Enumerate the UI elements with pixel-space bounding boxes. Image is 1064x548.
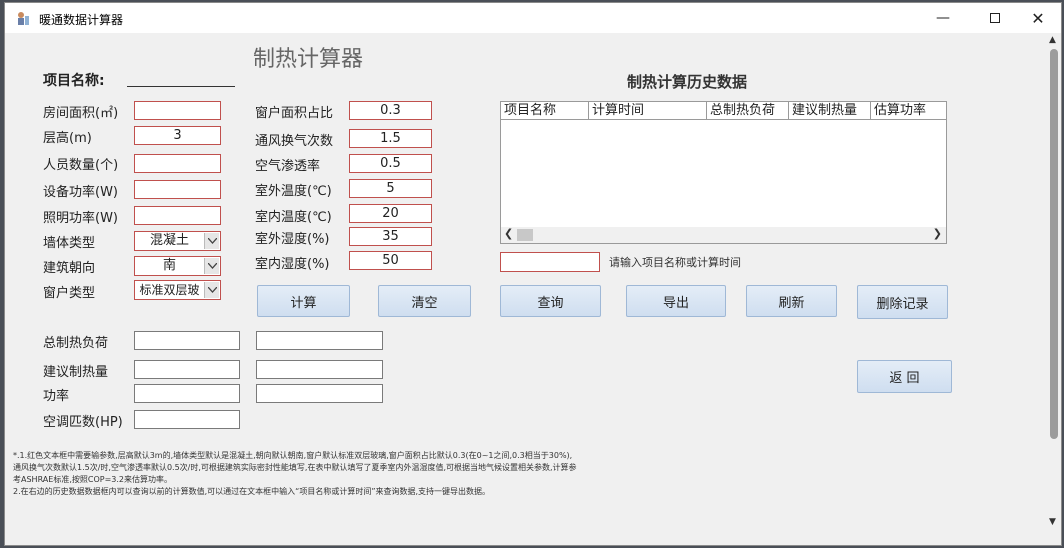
equipment-power-input[interactable] — [134, 180, 221, 199]
horizontal-scrollbar[interactable]: ❮ ❯ — [501, 227, 946, 243]
vertical-scrollbar[interactable]: ▲ ▼ — [1047, 33, 1061, 545]
field-label-area: 房间面积(㎡) — [43, 106, 119, 121]
suggested-heat-output — [134, 360, 240, 379]
minimize-button[interactable]: — — [920, 3, 966, 33]
minimize-icon: — — [936, 10, 950, 26]
outdoor-humidity-input[interactable]: 35 — [349, 227, 432, 246]
total-load-output-2 — [256, 331, 383, 350]
result-label-suggested-heat: 建议制热量 — [43, 365, 109, 380]
note-line: 2.在右边的历史数据数据框内可以查询以前的计算数值,可以通过在文本框中输入“项目… — [13, 487, 491, 496]
result-label-hp: 空调匹数(HP) — [43, 415, 123, 430]
field-label-equipment: 设备功率(W) — [43, 185, 118, 200]
note-line: 通风换气次数默认1.5次/时,空气渗透率默认0.5次/时,可根据建筑实际密封性能… — [13, 463, 577, 472]
field-label-indoor-humidity: 室内湿度(%) — [255, 257, 330, 272]
delete-record-button[interactable]: 删除记录 — [857, 285, 948, 319]
outdoor-temp-input[interactable]: 5 — [349, 179, 432, 198]
suggested-heat-output-2 — [256, 360, 383, 379]
chevron-down-icon[interactable] — [204, 258, 219, 274]
scroll-thumb[interactable] — [1050, 49, 1058, 439]
chevron-left-icon[interactable]: ❮ — [504, 227, 513, 240]
field-label-height: 层高(m) — [43, 131, 92, 146]
result-label-power: 功率 — [43, 389, 70, 404]
field-label-window: 窗户类型 — [43, 286, 96, 301]
chevron-down-icon[interactable]: ▼ — [1049, 517, 1056, 527]
field-label-lighting: 照明功率(W) — [43, 211, 118, 226]
window-type-select[interactable]: 标准双层玻 — [134, 280, 221, 300]
field-label-indoor-temp: 室内温度(℃) — [255, 210, 332, 225]
refresh-button[interactable]: 刷新 — [746, 285, 837, 317]
chevron-right-icon[interactable]: ❯ — [933, 227, 942, 240]
field-label-outdoor-humidity: 室外湿度(%) — [255, 232, 330, 247]
wall-type-select[interactable]: 混凝土 — [134, 231, 221, 251]
column-header[interactable]: 估算功率 — [871, 102, 946, 120]
project-name-label: 项目名称: — [43, 73, 105, 89]
window-type-value: 标准双层玻 — [139, 283, 200, 297]
maximize-icon — [990, 13, 1000, 23]
power-output-2 — [256, 384, 383, 403]
back-button[interactable]: 返 回 — [857, 360, 952, 393]
note-line: *.1.红色文本框中需要输参数,层高默认3m的,墙体类型默认是混凝土,朝向默认朝… — [13, 451, 573, 460]
hp-output — [134, 410, 240, 429]
column-header[interactable]: 项目名称 — [501, 102, 589, 120]
project-name-input[interactable] — [127, 86, 235, 87]
lighting-power-input[interactable] — [134, 206, 221, 225]
window-title: 暖通数据计算器 — [39, 13, 124, 27]
field-label-wall: 墙体类型 — [43, 236, 96, 251]
query-button[interactable]: 查询 — [500, 285, 601, 317]
window-ratio-input[interactable]: 0.3 — [349, 101, 432, 120]
field-label-window-ratio: 窗户面积占比 — [255, 106, 334, 121]
export-button[interactable]: 导出 — [626, 285, 726, 317]
chevron-down-icon[interactable] — [204, 233, 219, 249]
app-window: 暖通数据计算器 — ✕ 制热计算器 项目名称: 制热计算历史数据 房间面积(㎡)… — [4, 2, 1062, 546]
field-label-infiltration: 空气渗透率 — [255, 159, 321, 174]
ventilation-input[interactable]: 1.5 — [349, 129, 432, 148]
indoor-humidity-input[interactable]: 50 — [349, 251, 432, 270]
column-header[interactable]: 总制热负荷 — [707, 102, 789, 120]
maximize-button[interactable] — [972, 3, 1018, 33]
room-area-input[interactable] — [134, 101, 221, 120]
power-output — [134, 384, 240, 403]
indoor-temp-input[interactable]: 20 — [349, 204, 432, 223]
orientation-value: 南 — [162, 258, 176, 273]
total-load-output — [134, 331, 240, 350]
field-label-orientation: 建筑朝向 — [43, 261, 96, 276]
column-header[interactable]: 计算时间 — [589, 102, 707, 120]
search-input[interactable] — [500, 252, 600, 272]
app-icon — [15, 10, 31, 26]
people-count-input[interactable] — [134, 154, 221, 173]
main-panel: 制热计算器 项目名称: 制热计算历史数据 房间面积(㎡) 层高(m) 3 人员数… — [5, 33, 1061, 545]
page-title: 制热计算器 — [253, 47, 364, 72]
orientation-select[interactable]: 南 — [134, 256, 221, 276]
field-label-ventilation: 通风换气次数 — [255, 134, 334, 149]
field-label-outdoor-temp: 室外温度(℃) — [255, 184, 332, 199]
chevron-down-icon[interactable] — [204, 282, 219, 298]
result-label-total-load: 总制热负荷 — [43, 336, 109, 351]
close-button[interactable]: ✕ — [1015, 3, 1061, 33]
note-line: 考ASHRAE标准,按照COP=3.2来估算功率。 — [13, 475, 173, 484]
history-table[interactable]: 项目名称 计算时间 总制热负荷 建议制热量 估算功率 ❮ ❯ — [500, 101, 947, 244]
search-hint: 请输入项目名称或计算时间 — [609, 256, 741, 269]
close-icon: ✕ — [1031, 8, 1045, 28]
column-header[interactable]: 建议制热量 — [789, 102, 871, 120]
wall-type-value: 混凝土 — [149, 233, 189, 248]
floor-height-input[interactable]: 3 — [134, 126, 221, 145]
clear-button[interactable]: 清空 — [378, 285, 471, 317]
title-bar[interactable]: 暖通数据计算器 — ✕ — [5, 3, 1061, 33]
field-label-people: 人员数量(个) — [43, 158, 119, 173]
infiltration-input[interactable]: 0.5 — [349, 154, 432, 173]
chevron-up-icon[interactable]: ▲ — [1049, 35, 1056, 45]
scroll-thumb[interactable] — [517, 229, 533, 241]
calculate-button[interactable]: 计算 — [257, 285, 350, 317]
history-title: 制热计算历史数据 — [627, 73, 748, 91]
